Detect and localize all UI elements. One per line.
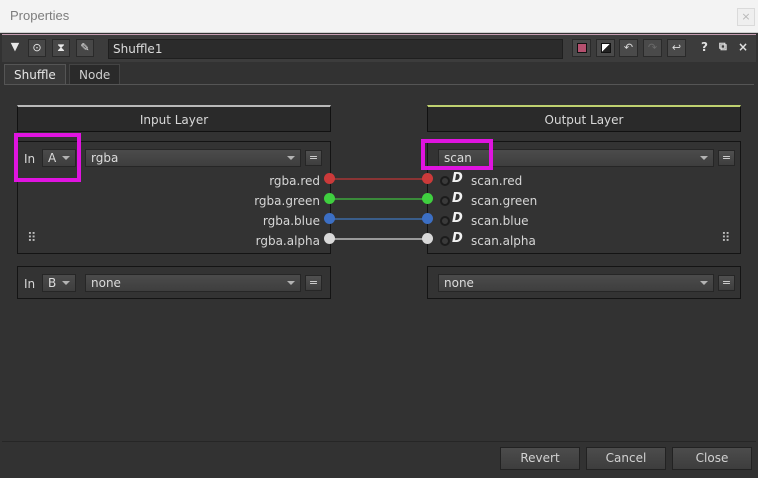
window-titlebar: Properties ×: [0, 0, 758, 33]
input-b-layer-value: none: [91, 276, 121, 290]
tab-divider: [4, 84, 754, 85]
in-b-label: In: [24, 277, 36, 291]
drag-grip-icon[interactable]: ⠿: [27, 232, 37, 245]
help-button[interactable]: ?: [701, 40, 708, 54]
d-icon[interactable]: D: [452, 231, 463, 246]
output-red-dot[interactable]: [422, 173, 433, 184]
ring-icon[interactable]: [440, 176, 450, 186]
output-eq-button[interactable]: =: [718, 150, 735, 166]
chevron-down-icon: [287, 281, 295, 285]
close-panel-button[interactable]: ×: [738, 40, 748, 54]
window-close-button[interactable]: ×: [737, 8, 755, 26]
d-icon[interactable]: D: [452, 191, 463, 206]
close-button[interactable]: Close: [672, 447, 752, 470]
output-channel-alpha: scan.alpha: [471, 234, 536, 248]
output-green-dot[interactable]: [422, 193, 433, 204]
viewer-circle-icon[interactable]: ⊙: [28, 39, 46, 57]
input-b-value: B: [48, 276, 57, 290]
input-blue-dot[interactable]: [324, 213, 335, 224]
input-layer-header: Input Layer: [17, 105, 331, 132]
collapse-arrow-icon[interactable]: ▼: [6, 39, 24, 57]
node-graph-icon[interactable]: ⧗: [52, 39, 70, 57]
input-b-select[interactable]: B: [42, 274, 76, 292]
output-channel-red: scan.red: [471, 174, 523, 188]
input-channel-green: rgba.green: [254, 194, 320, 208]
node-toolbar: ▼ ⊙ ⧗ ✎ Shuffle1 ↶ ↷ ↩ ? ⧉ ×: [2, 34, 756, 62]
color-swatch-icon: [576, 43, 587, 53]
undo-icon[interactable]: ↶: [619, 39, 638, 57]
black-white-swatch-icon: [600, 43, 611, 53]
node-name-input[interactable]: Shuffle1: [108, 39, 563, 59]
wire-red[interactable]: [330, 178, 428, 180]
output-alpha-dot[interactable]: [422, 233, 433, 244]
tab-node[interactable]: Node: [69, 64, 121, 85]
output2-eq-button[interactable]: =: [718, 275, 735, 291]
d-icon[interactable]: D: [452, 211, 463, 226]
input-red-dot[interactable]: [324, 173, 335, 184]
revert-button[interactable]: Revert: [500, 447, 580, 470]
output-channel-blue: scan.blue: [471, 214, 529, 228]
highlight-output-layer: [421, 139, 493, 170]
redo-icon[interactable]: ↷: [643, 39, 662, 57]
input-b-eq-button[interactable]: =: [305, 275, 322, 291]
output-panel-2: none =: [427, 266, 741, 299]
input-channel-red: rgba.red: [269, 174, 320, 188]
wire-green[interactable]: [330, 198, 428, 200]
revert-knobs-icon[interactable]: ↩: [667, 39, 686, 57]
wrench-icon[interactable]: ✎: [76, 39, 94, 57]
input-alpha-dot[interactable]: [324, 233, 335, 244]
input-a-layer-select[interactable]: rgba: [85, 149, 301, 167]
input-a-layer-value: rgba: [91, 151, 119, 165]
wire-blue[interactable]: [330, 218, 428, 220]
cancel-button[interactable]: Cancel: [586, 447, 666, 470]
input-channel-blue: rgba.blue: [262, 214, 320, 228]
ring-icon[interactable]: [440, 196, 450, 206]
tab-shuffle[interactable]: Shuffle: [4, 64, 66, 85]
input-channel-alpha: rgba.alpha: [255, 234, 320, 248]
float-button[interactable]: ⧉: [719, 40, 727, 54]
input-a-eq-button[interactable]: =: [305, 150, 322, 166]
ring-icon[interactable]: [440, 236, 450, 246]
output-channel-green: scan.green: [471, 194, 538, 208]
chevron-down-icon: [700, 281, 708, 285]
output-layer-header: Output Layer: [427, 105, 741, 132]
output-layer2-select[interactable]: none: [438, 274, 714, 292]
wire-alpha[interactable]: [330, 238, 428, 240]
bottom-divider: [2, 441, 756, 442]
input-green-dot[interactable]: [324, 193, 335, 204]
input-b-layer-select[interactable]: none: [85, 274, 301, 292]
chevron-down-icon: [287, 156, 295, 160]
output-layer2-value: none: [444, 276, 474, 290]
highlight-input-a: [14, 133, 81, 182]
node-color-icon[interactable]: [572, 39, 591, 57]
default-color-icon[interactable]: [596, 39, 615, 57]
chevron-down-icon: [62, 281, 70, 285]
d-icon[interactable]: D: [452, 171, 463, 186]
chevron-down-icon: [700, 156, 708, 160]
ring-icon[interactable]: [440, 216, 450, 226]
output-blue-dot[interactable]: [422, 213, 433, 224]
drag-grip-icon[interactable]: ⠿: [721, 232, 731, 245]
window-title: Properties: [10, 8, 70, 23]
input-b-panel: In B none =: [17, 266, 331, 299]
